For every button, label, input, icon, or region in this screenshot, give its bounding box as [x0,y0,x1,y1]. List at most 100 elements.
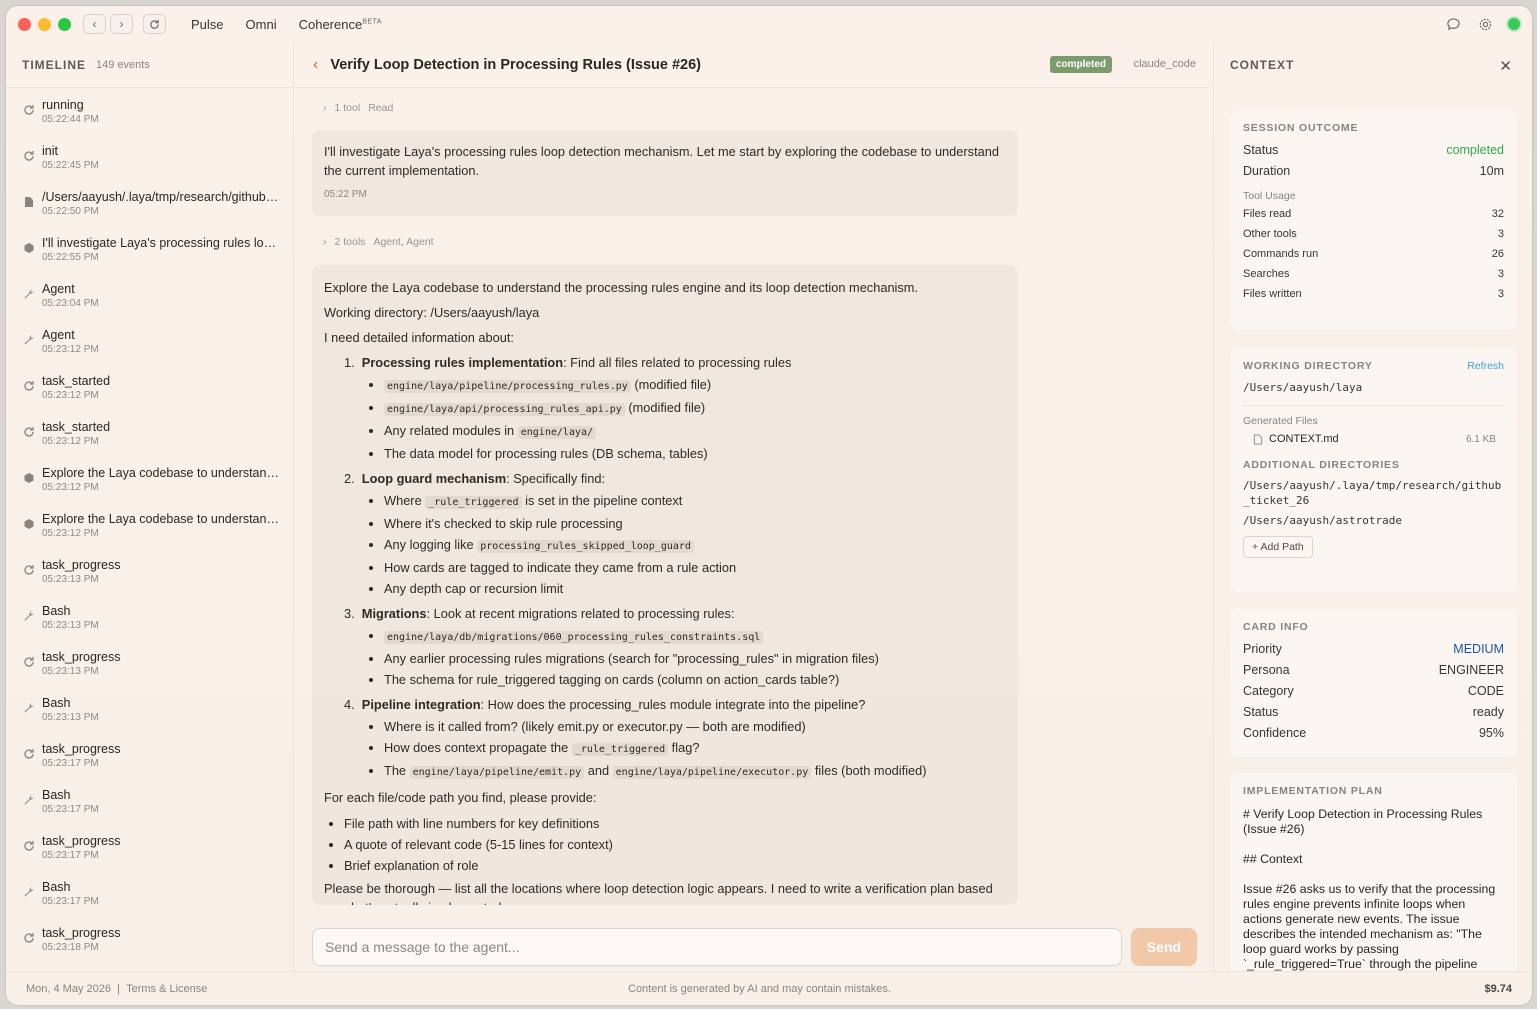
item-text: The [384,763,410,778]
item-text: Where [384,493,426,508]
forward-button[interactable]: › [110,14,133,34]
timeline-item-text: Explore the Laya codebase to understand … [42,466,282,512]
tool-call-row[interactable]: › 1 tool Read [295,98,1212,118]
timeline-item-text: Agent 05:23:12 PM [42,328,282,374]
timeline-item-time: 05:23:17 PM [42,758,99,769]
timeline-title: TIMELINE [22,57,86,72]
refresh-icon [22,379,36,393]
message-input[interactable]: Send a message to the agent... [312,928,1122,966]
send-button[interactable]: Send [1131,928,1197,966]
kv-label: Status [1243,143,1279,157]
timeline-item-text: Bash 05:23:13 PM [42,696,282,742]
kv-value: 3 [1497,268,1504,280]
timeline-item-label: Explore the Laya codebase to understand … [42,512,282,526]
connection-status-dot [1508,18,1520,30]
timeline-item[interactable]: task_started 05:23:12 PM [6,374,293,420]
item-text: is set in the pipeline context [521,493,683,508]
timeline-item[interactable]: task_progress 05:23:17 PM [6,834,293,880]
maximize-window-button[interactable] [58,17,71,31]
minimize-window-button[interactable] [38,17,51,31]
timeline-item[interactable]: Bash 05:23:13 PM [6,604,293,650]
timeline-item[interactable]: /Users/aayush/.laya/tmp/research/github_… [6,190,293,236]
timeline-item[interactable]: task_progress 05:23:13 PM [6,650,293,696]
back-button[interactable]: ‹ [83,14,106,34]
wrench-icon [22,287,36,301]
kv-value: ENGINEER [1438,663,1504,677]
info-row: Status ready [1243,702,1504,723]
wrench-icon [22,793,36,807]
prompt-closing: Please be thorough — list all the locati… [324,881,993,905]
timeline-item[interactable]: Explore the Laya codebase to understand … [6,466,293,512]
tool-row: Files read 32 [1243,204,1504,224]
chevron-left-icon[interactable]: ‹ [313,56,318,74]
timeline-item-time: 05:23:17 PM [42,896,99,907]
timeline-item[interactable]: I'll investigate Laya's processing rules… [6,236,293,282]
timeline-item-time: 05:23:13 PM [42,666,99,677]
timeline-count: 149 events [96,58,150,71]
source-label: claude_code [1133,58,1196,70]
message-input-placeholder: Send a message to the agent... [325,939,520,955]
prompt-workdir: Working directory: /Users/aayush/laya [324,305,540,320]
timeline-item[interactable]: task_progress 05:23:18 PM [6,926,293,972]
timeline-item[interactable]: Agent 05:23:12 PM [6,328,293,374]
chat-icon[interactable] [1444,15,1462,33]
section-text: : Specifically find: [506,471,606,486]
message-icon [22,241,36,255]
tool-call-row[interactable]: › 2 tools Agent, Agent [295,232,1212,252]
title-bar: ‹ › Pulse Omni CoherenceBETA [6,6,1532,42]
additional-directory: /Users/aayush/astrotrade [1243,514,1402,527]
generated-file[interactable]: CONTEXT.md 6.1 KB [1243,433,1504,445]
status-badge: completed [1049,56,1112,73]
item-text: (modified file) [630,377,712,392]
tool-count: 2 tools [334,236,366,248]
timeline-item-text: task_progress 05:23:18 PM [42,926,282,972]
tool-row: Other tools 3 [1243,224,1504,244]
timeline-item[interactable]: init 05:22:45 PM [6,144,293,190]
timeline-item-time: 05:22:50 PM [42,206,99,217]
duration-row: Duration 10m [1243,161,1504,182]
timeline-item[interactable]: task_progress 05:23:17 PM [6,742,293,788]
session-outcome-card: SESSION OUTCOME Status completed Duration… [1230,110,1517,330]
timeline-item-label: Bash [42,696,71,710]
terms-link[interactable]: Terms & License [126,983,207,995]
code-path: engine/laya/ [517,426,596,439]
timeline-item[interactable]: task_started 05:23:12 PM [6,420,293,466]
timeline-sidebar: TIMELINE 149 events running 05:22:44 PM in… [6,42,294,971]
timeline-item[interactable]: task_progress 05:23:13 PM [6,558,293,604]
working-directory-card: WORKING DIRECTORY Refresh /Users/aayush/… [1230,348,1517,592]
file-icon [22,195,36,209]
close-window-button[interactable] [18,17,31,31]
prompt-numbered-list: 1. Processing rules implementation: Find… [344,353,1006,783]
tool-names: Agent, Agent [373,236,434,248]
close-icon[interactable]: ✕ [1499,57,1512,75]
message-icon [22,517,36,531]
timeline-item-text: task_progress 05:23:13 PM [42,558,282,604]
list-item: Any related modules in engine/laya/ [384,420,1006,443]
nav-tab-pulse[interactable]: Pulse [191,17,224,32]
add-path-button[interactable]: + Add Path [1243,536,1313,558]
nav-tab-coherence-label: Coherence [298,16,363,32]
gear-icon[interactable] [1476,15,1494,33]
timeline-item[interactable]: Bash 05:23:17 PM [6,788,293,834]
timeline-item[interactable]: running 05:22:44 PM [6,98,293,144]
list-item: Where it's checked to skip rule processi… [384,513,1006,534]
cost-total: $9.74 [1484,982,1512,995]
timeline-item[interactable]: Bash 05:23:17 PM [6,880,293,926]
refresh-button[interactable]: Refresh [1467,360,1504,372]
nav-tab-coherence[interactable]: CoherenceBETA [299,17,382,32]
timeline-item[interactable]: Bash 05:23:13 PM [6,696,293,742]
tool-row: Commands run 26 [1243,244,1504,264]
card-title: SESSION OUTCOME [1243,122,1359,134]
timeline-item[interactable]: Explore the Laya codebase to understand … [6,512,293,558]
list-item: 2. Loop guard mechanism: Specifically fi… [344,469,1006,599]
context-panel: CONTEXT ✕ SESSION OUTCOME Status complete… [1213,42,1532,971]
timeline-item-time: 05:23:12 PM [42,344,99,355]
chevron-right-icon: › [323,102,327,114]
nav-tab-omni[interactable]: Omni [246,17,277,32]
app-window: ‹ › Pulse Omni CoherenceBETA TIMELINE 14… [6,6,1532,1005]
kv-label: Status [1243,705,1279,719]
timeline-item-time: 05:23:04 PM [42,298,99,309]
chevron-left-icon: ‹ [92,17,97,31]
reload-button[interactable] [143,14,166,34]
timeline-item[interactable]: Agent 05:23:04 PM [6,282,293,328]
